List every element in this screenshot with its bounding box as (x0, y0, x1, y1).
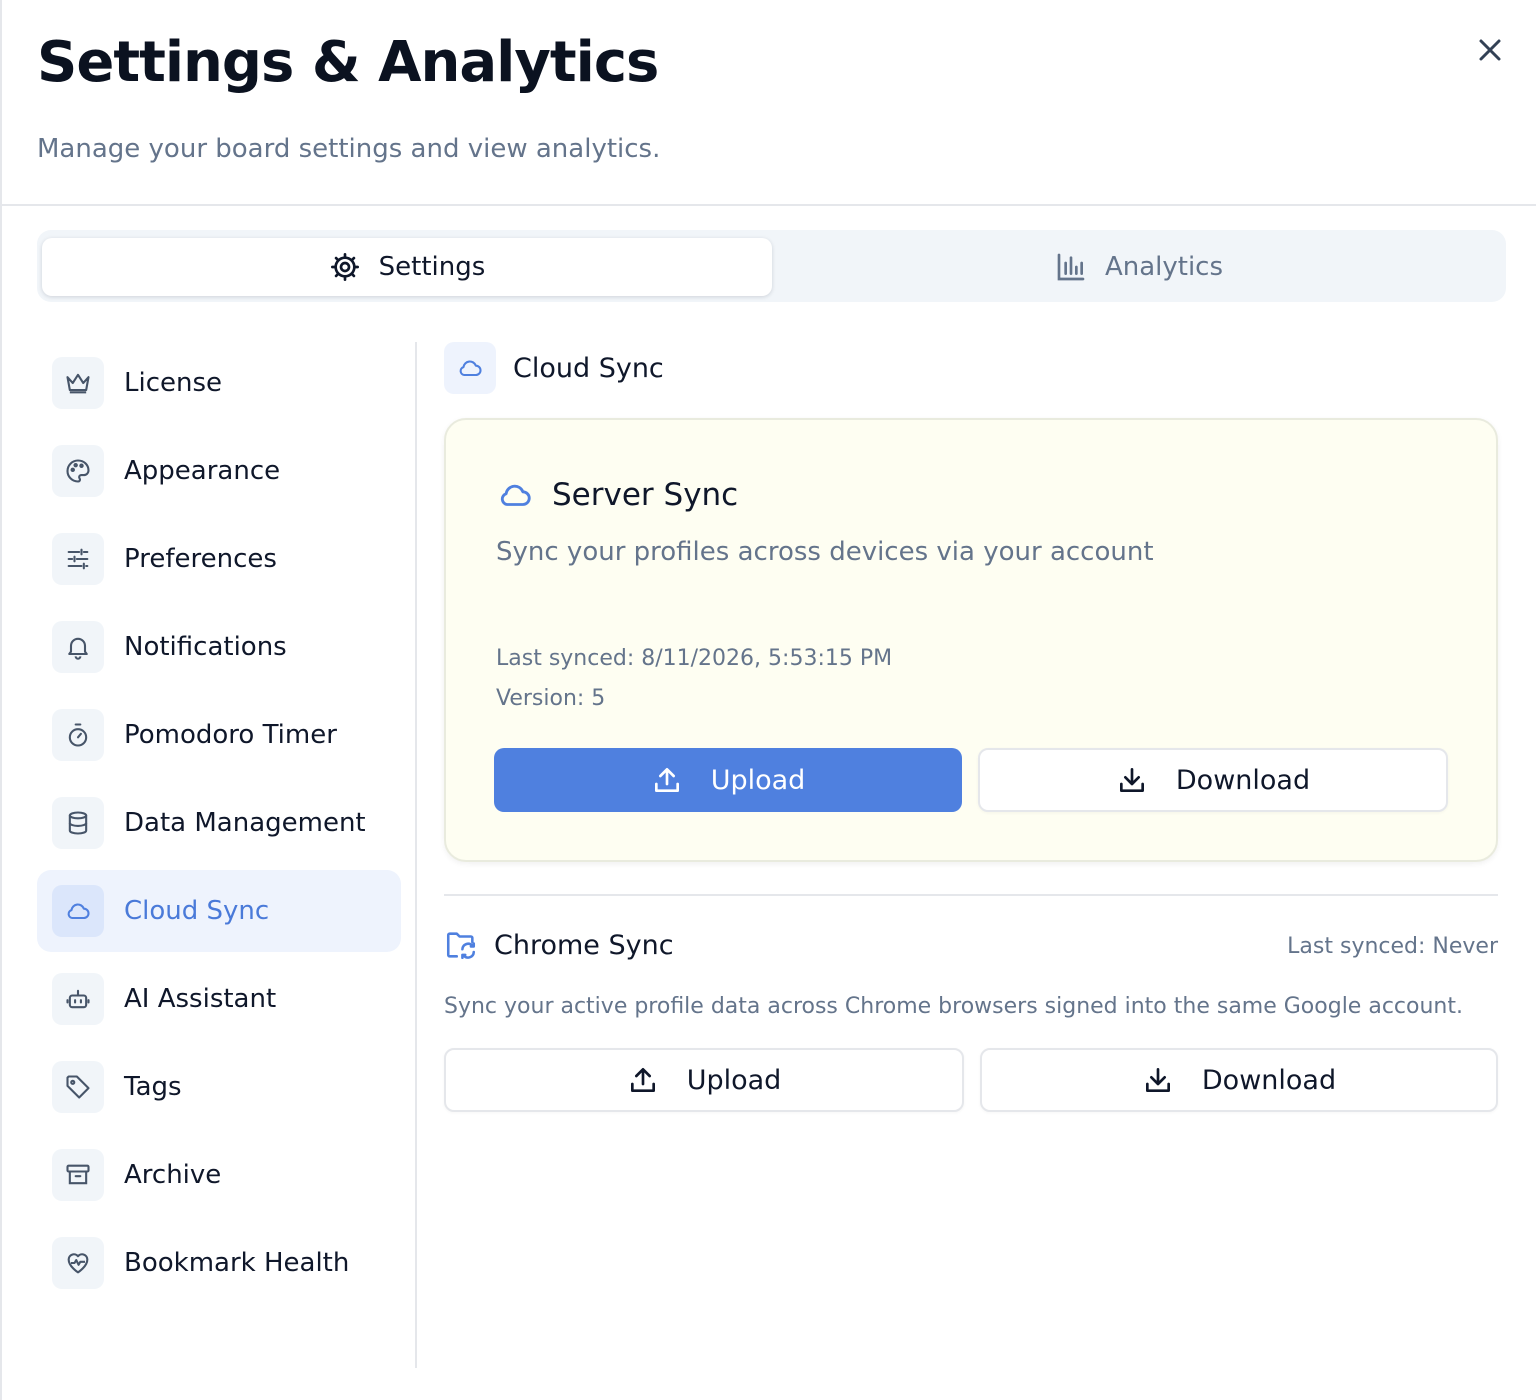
sidebar-item-tags[interactable]: Tags (37, 1046, 401, 1128)
cloud-icon (459, 360, 482, 377)
upload-icon (654, 768, 679, 792)
bookmark-health-icon-box (52, 1237, 104, 1289)
server-download-label: Download (1175, 764, 1311, 796)
chrome-sync-title: Chrome Sync (444, 928, 674, 962)
tab-analytics[interactable]: Analytics (777, 238, 1501, 296)
dialog-header: Settings & Analytics Manage your board s… (2, 0, 1536, 206)
folder-sync-icon (446, 932, 476, 960)
sidebar-item-pomodoro-timer[interactable]: Pomodoro Timer (37, 694, 401, 776)
settings-dialog: Settings & Analytics Manage your board s… (0, 0, 1536, 1400)
tab-list: Settings Analytics (37, 230, 1506, 302)
sidebar-item-bookmark-health[interactable]: Bookmark Health (37, 1222, 401, 1304)
chrome-download-button[interactable]: Download (980, 1048, 1498, 1112)
server-last-synced: Last synced: 8/11/2026, 5:53:15 PM (496, 646, 893, 671)
tab-analytics-label: Analytics (1104, 252, 1224, 282)
dialog-subtitle: Manage your board settings and view anal… (37, 134, 661, 164)
chrome-last-synced: Last synced: Never (1287, 934, 1498, 959)
crown-icon (66, 373, 90, 394)
preferences-icon-box (52, 533, 104, 585)
sidebar-item-appearance[interactable]: Appearance (37, 430, 401, 512)
archive-icon-box (52, 1149, 104, 1201)
server-sync-card: Server Sync Sync your profiles across de… (444, 418, 1498, 862)
close-button[interactable] (1472, 32, 1508, 68)
section-title: Cloud Sync (513, 352, 664, 384)
tab-settings-label: Settings (378, 252, 486, 282)
pomodoro-icon-box (52, 709, 104, 761)
sidebar-item-archive[interactable]: Archive (37, 1134, 401, 1216)
server-sync-title: Server Sync (496, 476, 738, 514)
server-sync-title-text: Server Sync (552, 477, 739, 513)
sidebar-item-notifications[interactable]: Notifications (37, 606, 401, 688)
bar-chart-icon (1057, 253, 1085, 281)
sidebar-item-label: AI Assistant (124, 984, 277, 1014)
tag-icon (66, 1075, 90, 1099)
chrome-upload-label: Upload (686, 1064, 782, 1096)
sidebar-item-label: Pomodoro Timer (124, 720, 337, 750)
bell-icon (68, 637, 88, 660)
settings-sidebar: License Appearance Preferences Notificat… (37, 342, 417, 1368)
sidebar-item-label: Tags (124, 1072, 182, 1102)
palette-icon (66, 459, 90, 483)
dialog-title: Settings & Analytics (37, 30, 659, 95)
server-upload-button[interactable]: Upload (494, 748, 962, 812)
download-icon (1119, 768, 1144, 792)
chrome-upload-button[interactable]: Upload (444, 1048, 964, 1112)
sidebar-item-label: Bookmark Health (124, 1248, 350, 1278)
server-sync-description: Sync your profiles across devices via yo… (496, 537, 1154, 567)
ai-assistant-icon-box (52, 973, 104, 1025)
section-icon-box (444, 342, 496, 394)
cloud-icon (67, 903, 90, 920)
archive-icon (66, 1164, 90, 1185)
section-divider (444, 894, 1498, 896)
timer-icon (68, 723, 88, 747)
server-download-button[interactable]: Download (978, 748, 1448, 812)
sidebar-item-data-management[interactable]: Data Management (37, 782, 401, 864)
section-header: Cloud Sync (444, 342, 664, 394)
sidebar-item-label: Data Management (124, 808, 366, 838)
appearance-icon-box (52, 445, 104, 497)
cloud-sync-icon-box (52, 885, 104, 937)
tags-icon-box (52, 1061, 104, 1113)
bot-icon (66, 989, 90, 1009)
data-management-icon-box (52, 797, 104, 849)
notifications-icon-box (52, 621, 104, 673)
sidebar-item-label: License (124, 368, 223, 398)
upload-icon (630, 1068, 655, 1092)
x-close-icon (1479, 39, 1501, 61)
chrome-sync-title-text: Chrome Sync (494, 929, 674, 961)
gear-icon (330, 253, 359, 281)
sidebar-item-label: Preferences (124, 544, 277, 574)
chrome-sync-description: Sync your active profile data across Chr… (444, 994, 1463, 1019)
sidebar-item-label: Notifications (124, 632, 287, 662)
cloud-icon (500, 484, 531, 506)
sidebar-item-label: Cloud Sync (124, 896, 270, 926)
server-version: Version: 5 (496, 686, 606, 711)
sliders-icon (67, 548, 89, 570)
heart-pulse-icon (67, 1253, 89, 1274)
sidebar-item-ai-assistant[interactable]: AI Assistant (37, 958, 401, 1040)
database-icon (68, 811, 88, 835)
sidebar-item-cloud-sync[interactable]: Cloud Sync (37, 870, 401, 952)
sidebar-item-preferences[interactable]: Preferences (37, 518, 401, 600)
sidebar-item-label: Appearance (124, 456, 281, 486)
license-icon-box (52, 357, 104, 409)
tab-settings[interactable]: Settings (42, 238, 772, 296)
chrome-download-label: Download (1201, 1064, 1337, 1096)
download-icon (1145, 1068, 1170, 1092)
sidebar-item-license[interactable]: License (37, 342, 401, 424)
sidebar-item-label: Archive (124, 1160, 222, 1190)
server-upload-label: Upload (710, 764, 806, 796)
